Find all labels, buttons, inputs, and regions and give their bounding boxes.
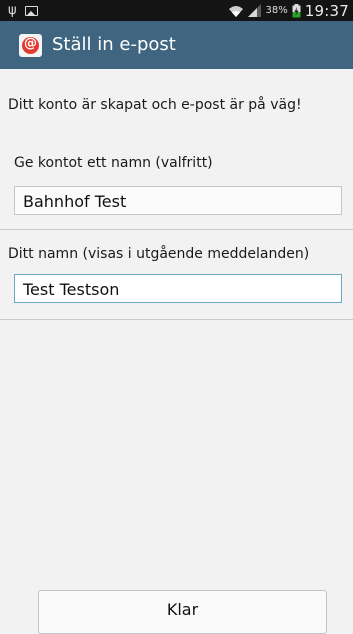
confirmation-message: Ditt konto är skapat och e-post är på vä…: [8, 97, 302, 113]
action-bar: @ Ställ in e-post: [0, 21, 353, 69]
divider: [0, 319, 353, 320]
signal-icon: [247, 4, 261, 17]
usb-icon: ψ: [8, 3, 17, 18]
email-app-icon[interactable]: @: [19, 34, 42, 57]
wifi-icon: [228, 5, 243, 17]
account-name-label: Ge kontot ett namn (valfritt): [14, 155, 213, 171]
battery-percent: 38%: [265, 5, 288, 16]
status-time: 19:37: [304, 1, 349, 20]
status-bar: ψ 38% 19:37: [0, 0, 353, 21]
battery-charging-icon: [292, 3, 301, 17]
divider: [0, 229, 353, 230]
done-button[interactable]: Klar: [38, 590, 327, 634]
your-name-field[interactable]: Test Testson: [14, 274, 342, 303]
account-name-field[interactable]: Bahnhof Test: [14, 186, 342, 215]
your-name-label: Ditt namn (visas i utgående meddelanden): [8, 246, 310, 262]
image-notification-icon: [24, 5, 38, 16]
page-title: Ställ in e-post: [52, 34, 176, 55]
